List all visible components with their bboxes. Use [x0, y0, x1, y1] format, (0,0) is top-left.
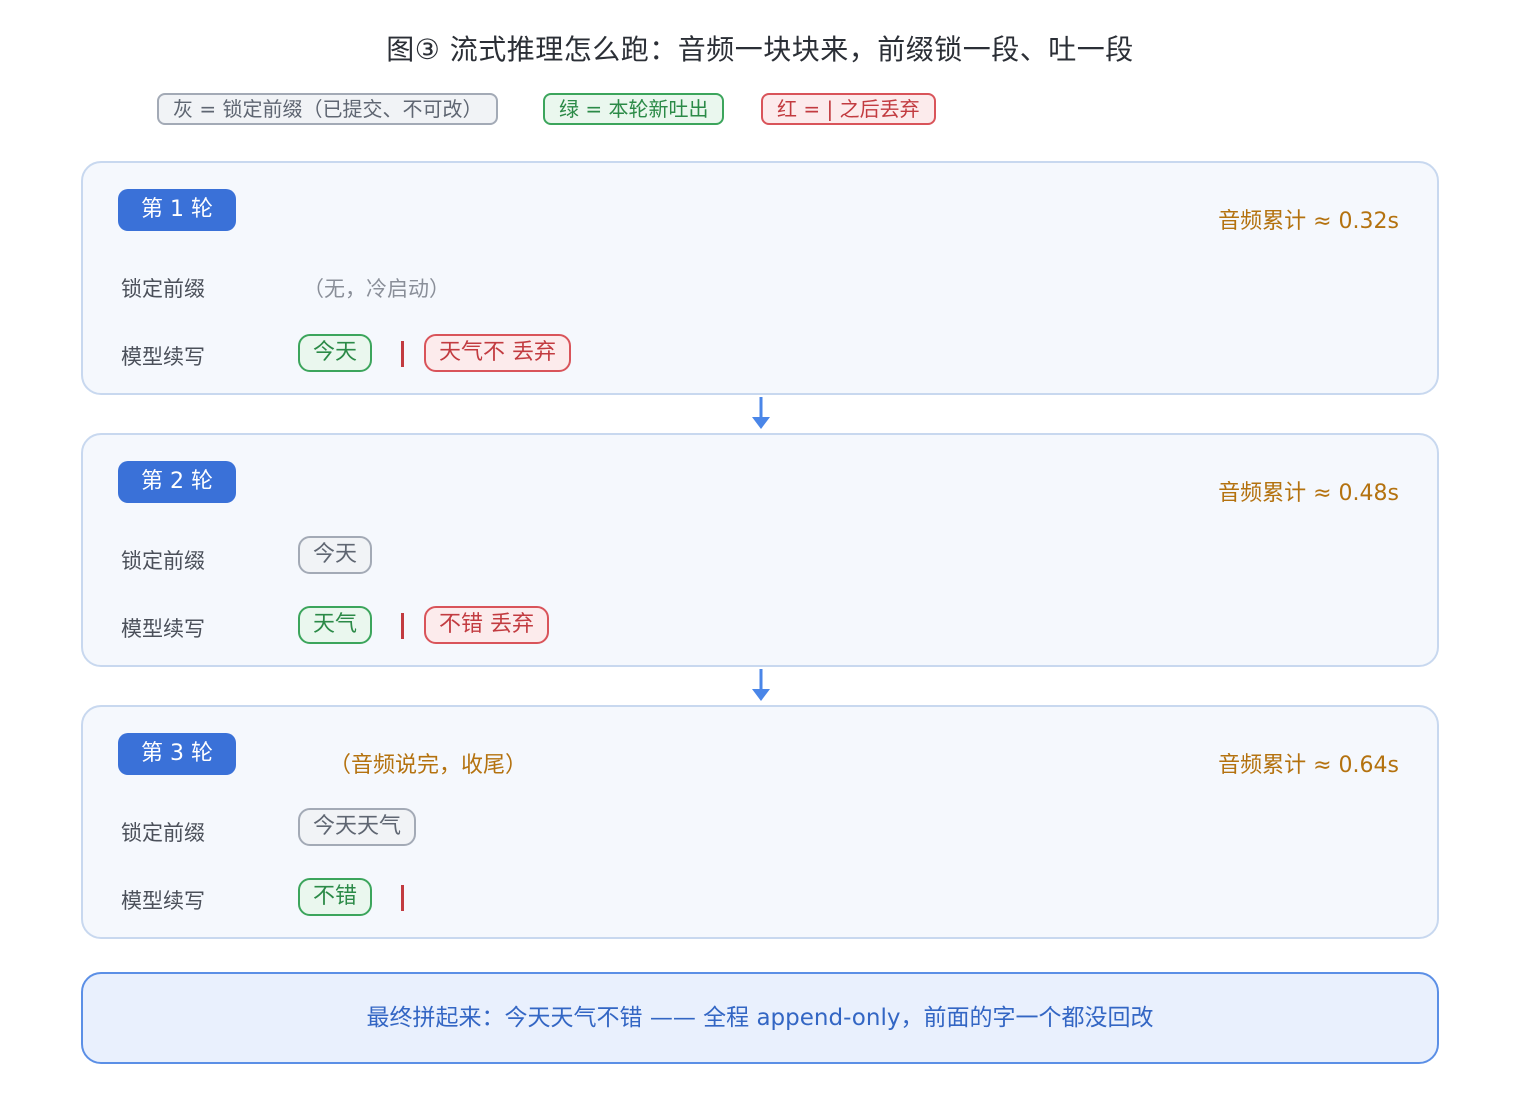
- round-2-panel: 第 2 轮 音频累计 ≈ 0.48s 锁定前缀 今天 模型续写 天气 不错 丢弃: [81, 433, 1439, 667]
- locked-prefix-note: （无，冷启动）: [303, 277, 450, 301]
- round-badge: 第 1 轮: [118, 189, 236, 231]
- round-3-panel: 第 3 轮 （音频说完，收尾） 音频累计 ≈ 0.64s 锁定前缀 今天天气 模…: [81, 705, 1439, 939]
- legend-new-output: 绿 = 本轮新吐出: [543, 93, 725, 125]
- generated-chip: 不错: [298, 878, 373, 916]
- cut-marker: [401, 341, 404, 367]
- audio-duration: 音频累计 ≈ 0.64s: [1218, 753, 1399, 778]
- final-result-banner: 最终拼起来：今天天气不错 —— 全程 append-only，前面的字一个都没回…: [81, 972, 1439, 1064]
- round-badge: 第 2 轮: [118, 461, 236, 503]
- model-continuation-label: 模型续写: [121, 889, 205, 913]
- legend-discarded: 红 = | 之后丢弃: [761, 93, 936, 125]
- legend-locked-prefix: 灰 = 锁定前缀（已提交、不可改）: [157, 93, 499, 125]
- cut-marker: [401, 885, 404, 911]
- down-arrow-icon: [752, 669, 770, 701]
- discarded-chip: 不错 丢弃: [424, 606, 549, 644]
- locked-prefix-label: 锁定前缀: [121, 821, 205, 845]
- audio-duration: 音频累计 ≈ 0.32s: [1218, 209, 1399, 234]
- audio-duration: 音频累计 ≈ 0.48s: [1218, 481, 1399, 506]
- round-note: （音频说完，收尾）: [329, 753, 528, 778]
- model-continuation-label: 模型续写: [121, 345, 205, 369]
- cut-marker: [401, 613, 404, 639]
- down-arrow-icon: [752, 397, 770, 429]
- locked-prefix-chip: 今天天气: [298, 808, 417, 846]
- locked-prefix-label: 锁定前缀: [121, 549, 205, 573]
- locked-prefix-chip: 今天: [298, 536, 373, 574]
- generated-chip: 今天: [298, 334, 373, 372]
- locked-prefix-label: 锁定前缀: [121, 277, 205, 301]
- generated-chip: 天气: [298, 606, 373, 644]
- discarded-chip: 天气不 丢弃: [424, 334, 571, 372]
- round-1-panel: 第 1 轮 音频累计 ≈ 0.32s 锁定前缀 （无，冷启动） 模型续写 今天 …: [81, 161, 1439, 395]
- diagram-title: 图③ 流式推理怎么跑：音频一块块来，前缀锁一段、吐一段: [386, 33, 1134, 66]
- round-badge: 第 3 轮: [118, 733, 236, 775]
- model-continuation-label: 模型续写: [121, 617, 205, 641]
